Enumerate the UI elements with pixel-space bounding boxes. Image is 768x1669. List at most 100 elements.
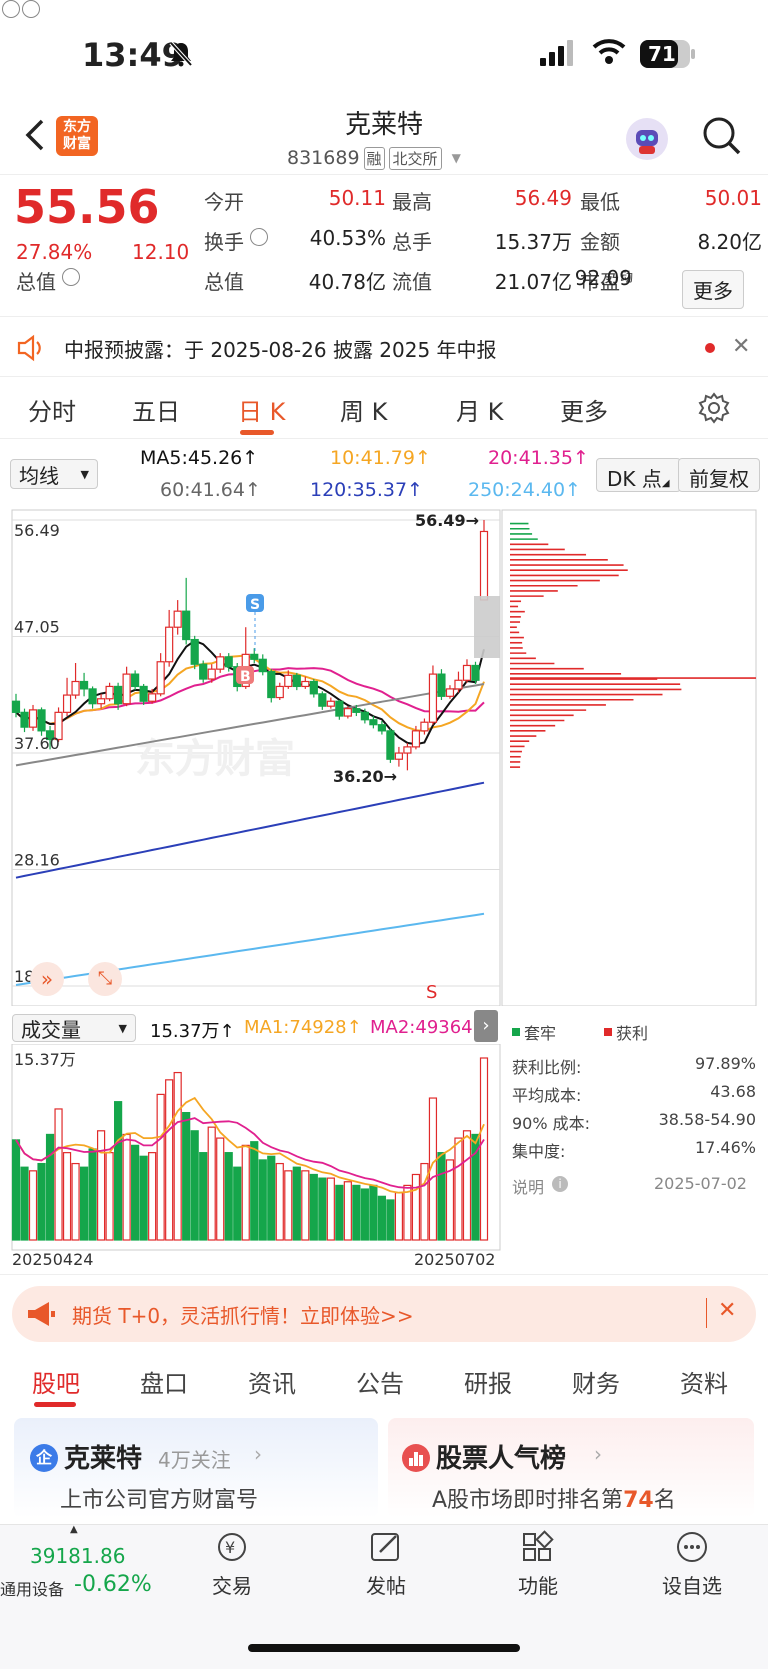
ma250-line <box>16 914 484 985</box>
volume-bar <box>276 1164 283 1240</box>
volume-selector[interactable]: 成交量 ▼ <box>12 1014 136 1042</box>
settings-gear-icon[interactable] <box>698 392 730 424</box>
volume-bar <box>21 1167 28 1240</box>
volume-bar <box>166 1080 173 1240</box>
stock-code-row[interactable]: 831689 融 北交所 ▼ <box>287 144 461 172</box>
legend-firm: 套牢 <box>512 1020 556 1044</box>
candle-body <box>446 689 453 696</box>
nav-function[interactable]: 功能 <box>502 1570 574 1599</box>
quote-label: 金额 <box>580 226 620 255</box>
tab-5[interactable]: 更多 <box>560 392 608 427</box>
nav-trade[interactable]: 交易 <box>196 1570 268 1599</box>
chip-stat-label: 获利比例: <box>512 1054 581 1078</box>
notice-text[interactable]: 中报预披露：于 2025-08-26 披露 2025 年中报 <box>64 334 497 363</box>
candle-body <box>259 659 266 671</box>
volume-bar <box>259 1160 266 1240</box>
watermark: 东方财富 <box>135 736 295 782</box>
tab-4[interactable]: 月 K <box>456 392 503 427</box>
robot-assistant-icon[interactable] <box>626 118 668 160</box>
adjust-button[interactable]: 前复权 <box>678 458 760 492</box>
legend-profit-swatch <box>604 1028 612 1036</box>
tab-1[interactable]: 五日 <box>132 392 180 427</box>
bell-muted-icon <box>168 40 194 68</box>
fullscreen-icon[interactable]: ⤡ <box>88 962 122 996</box>
volume-bar <box>149 1153 156 1240</box>
add-watchlist-icon[interactable] <box>674 1530 710 1564</box>
quote-value: 92.09 <box>540 266 632 290</box>
info-tab-1[interactable]: 盘口 <box>140 1364 188 1399</box>
info-tab-4[interactable]: 研报 <box>464 1364 512 1399</box>
trade-icon[interactable]: ¥ <box>214 1530 250 1564</box>
volume-bars <box>13 1058 488 1240</box>
candle-body <box>140 686 147 701</box>
candle-body <box>81 682 88 689</box>
candle-body <box>174 611 181 627</box>
search-icon[interactable] <box>702 116 742 156</box>
expand-arrows-icon[interactable]: » <box>30 962 64 996</box>
volume-bar <box>361 1189 368 1240</box>
volume-bar <box>268 1156 275 1240</box>
dk-point-button[interactable]: DK 点◢ <box>596 458 681 492</box>
info-tab-indicator <box>34 1402 76 1407</box>
info-tab-3[interactable]: 公告 <box>356 1364 404 1399</box>
more-button[interactable]: 更多 <box>682 270 744 309</box>
post-icon[interactable] <box>368 1530 404 1564</box>
chip-stat-value: 43.68 <box>600 1082 756 1101</box>
nav-watchlist[interactable]: 设自选 <box>650 1570 734 1599</box>
candle-body <box>302 682 309 687</box>
volume-bar <box>242 1145 249 1240</box>
index-value[interactable]: 39181.86 <box>30 1544 125 1568</box>
quote-value: 56.49 <box>450 186 572 210</box>
volume-bar <box>191 1131 198 1240</box>
quote-label: 换手 <box>204 226 244 255</box>
tab-indicator <box>240 430 274 435</box>
ma120-value: 120:35.37↑ <box>310 479 423 501</box>
change-amount: 12.10 <box>132 240 189 264</box>
dropdown-arrow-icon: ▼ <box>452 151 461 165</box>
panel-collapse-icon[interactable]: › <box>474 1010 498 1042</box>
volume-value: 15.37万↑ <box>150 1017 235 1043</box>
current-price: 55.56 <box>14 180 160 234</box>
date-end: 20250702 <box>414 1250 495 1269</box>
market-value-help-icon[interactable] <box>62 268 80 286</box>
indicator-selector[interactable]: 均线 ▼ <box>10 459 98 489</box>
close-icon[interactable]: ✕ <box>732 334 750 359</box>
quote-grid: 今开 50.11 最高 56.49 最低 50.01 换手 40.53% 总手 15.37万 金额 8… <box>0 0 768 19</box>
function-grid-icon[interactable] <box>520 1530 556 1564</box>
nav-post[interactable]: 发帖 <box>350 1570 422 1599</box>
ad-close-icon[interactable]: ✕ <box>718 1298 736 1323</box>
tab-2[interactable]: 日 K <box>238 392 285 427</box>
volume-bar <box>64 1153 71 1240</box>
volume-bar <box>353 1185 360 1240</box>
info-tab-5[interactable]: 财务 <box>572 1364 620 1399</box>
tab-3[interactable]: 周 K <box>340 392 387 427</box>
ma5-value: MA5:45.26↑ <box>140 447 258 469</box>
info-tab-6[interactable]: 资料 <box>680 1364 728 1399</box>
chip-stat-label: 集中度: <box>512 1138 565 1162</box>
tab-0[interactable]: 分时 <box>28 392 76 427</box>
selector-label: 均线 <box>19 460 59 489</box>
volume-bar <box>481 1058 488 1240</box>
info-tab-0[interactable]: 股吧 <box>32 1364 80 1399</box>
candle-body <box>412 731 419 747</box>
info-icon[interactable]: i <box>552 1176 568 1192</box>
candle-body <box>472 665 479 680</box>
volume-bar <box>302 1171 309 1240</box>
ma20-value: 20:41.35↑ <box>488 447 589 469</box>
volume-bar <box>344 1182 351 1240</box>
info-tab-2[interactable]: 资讯 <box>248 1364 296 1399</box>
volume-bar <box>412 1174 419 1240</box>
volume-bar <box>463 1131 470 1240</box>
info-dots-icon[interactable] <box>2 0 20 18</box>
info-dots-icon[interactable] <box>22 0 40 18</box>
app-screen: 13:49 71 东方 财富 克莱特 831689 融 北交所 ▼ 55.56 … <box>0 0 768 1669</box>
divider <box>0 1274 768 1275</box>
margin-tag: 融 <box>364 147 385 170</box>
volume-bar <box>319 1178 326 1240</box>
notice-dot <box>705 343 715 353</box>
kline-chart[interactable]: 东方财富 56.4947.0537.6028.1618.72 56.49→ 36… <box>0 506 768 1006</box>
candle-body <box>132 674 139 686</box>
turnover-help-icon[interactable] <box>250 228 268 246</box>
volume-bar <box>13 1140 20 1240</box>
chip-stat-value: 38.58-54.90 <box>600 1110 756 1129</box>
